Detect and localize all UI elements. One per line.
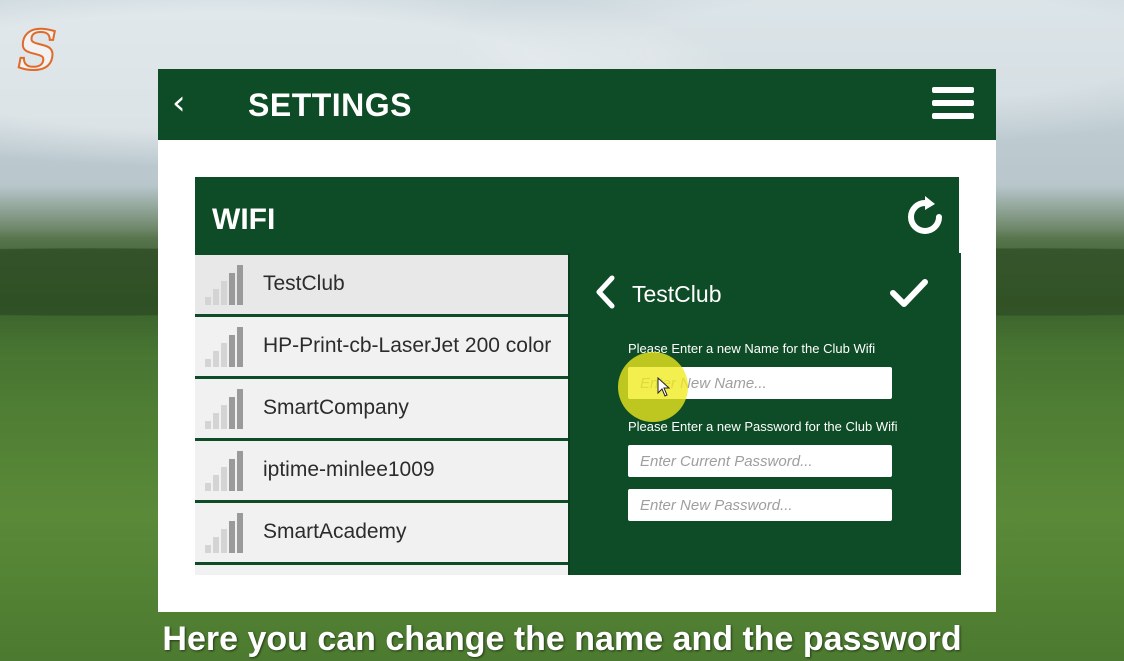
settings-header: ‹ SETTINGS — [158, 69, 996, 140]
video-caption: Here you can change the name and the pas… — [162, 620, 962, 658]
network-name: SmartAcademy — [263, 520, 407, 543]
page-title: SETTINGS — [248, 87, 413, 123]
password-field-label: Please Enter a new Password for the Club… — [628, 419, 898, 434]
wifi-header: WIFI — [195, 177, 959, 253]
network-item-hp-print[interactable]: HP-Print-cb-LaserJet 200 color — [195, 317, 568, 379]
current-password-input[interactable] — [628, 445, 892, 477]
hamburger-menu-icon[interactable] — [932, 87, 974, 121]
network-item-iptime[interactable]: iptime-minlee1009 — [195, 441, 568, 503]
chevron-left-icon[interactable]: ‹ — [172, 83, 202, 123]
network-name: TestClub — [263, 272, 345, 295]
name-field-label: Please Enter a new Name for the Club Wif… — [628, 341, 876, 356]
network-name: iptime-minlee1009 — [263, 458, 435, 481]
chevron-left-icon[interactable] — [594, 275, 616, 317]
settings-window: ‹ SETTINGS WIFI TestClub HP-Print-cb-Las… — [158, 69, 996, 612]
checkmark-icon[interactable] — [889, 277, 929, 309]
wifi-panel: WIFI TestClub HP-Print-cb-LaserJet 200 c — [195, 177, 961, 575]
network-name: HP-Print-cb-LaserJet 200 color — [263, 334, 552, 357]
selected-network-name: TestClub — [632, 281, 722, 307]
network-item-partial[interactable] — [195, 565, 568, 575]
signal-strength-icon — [205, 451, 247, 491]
refresh-icon[interactable] — [903, 195, 947, 239]
signal-strength-icon — [205, 265, 247, 305]
network-name: SmartCompany — [263, 396, 409, 419]
new-password-input[interactable] — [628, 489, 892, 521]
network-detail-panel: TestClub Please Enter a new Name for the… — [568, 253, 961, 575]
new-name-input[interactable] — [628, 367, 892, 399]
network-item-testclub[interactable]: TestClub — [195, 255, 568, 317]
signal-strength-icon — [205, 513, 247, 553]
network-list: TestClub HP-Print-cb-LaserJet 200 color … — [195, 255, 568, 575]
network-item-smartacademy[interactable]: SmartAcademy — [195, 503, 568, 565]
signal-strength-icon — [205, 389, 247, 429]
app-logo: S — [17, 18, 58, 82]
wifi-title: WIFI — [212, 203, 276, 236]
network-item-smartcompany[interactable]: SmartCompany — [195, 379, 568, 441]
signal-strength-icon — [205, 327, 247, 367]
